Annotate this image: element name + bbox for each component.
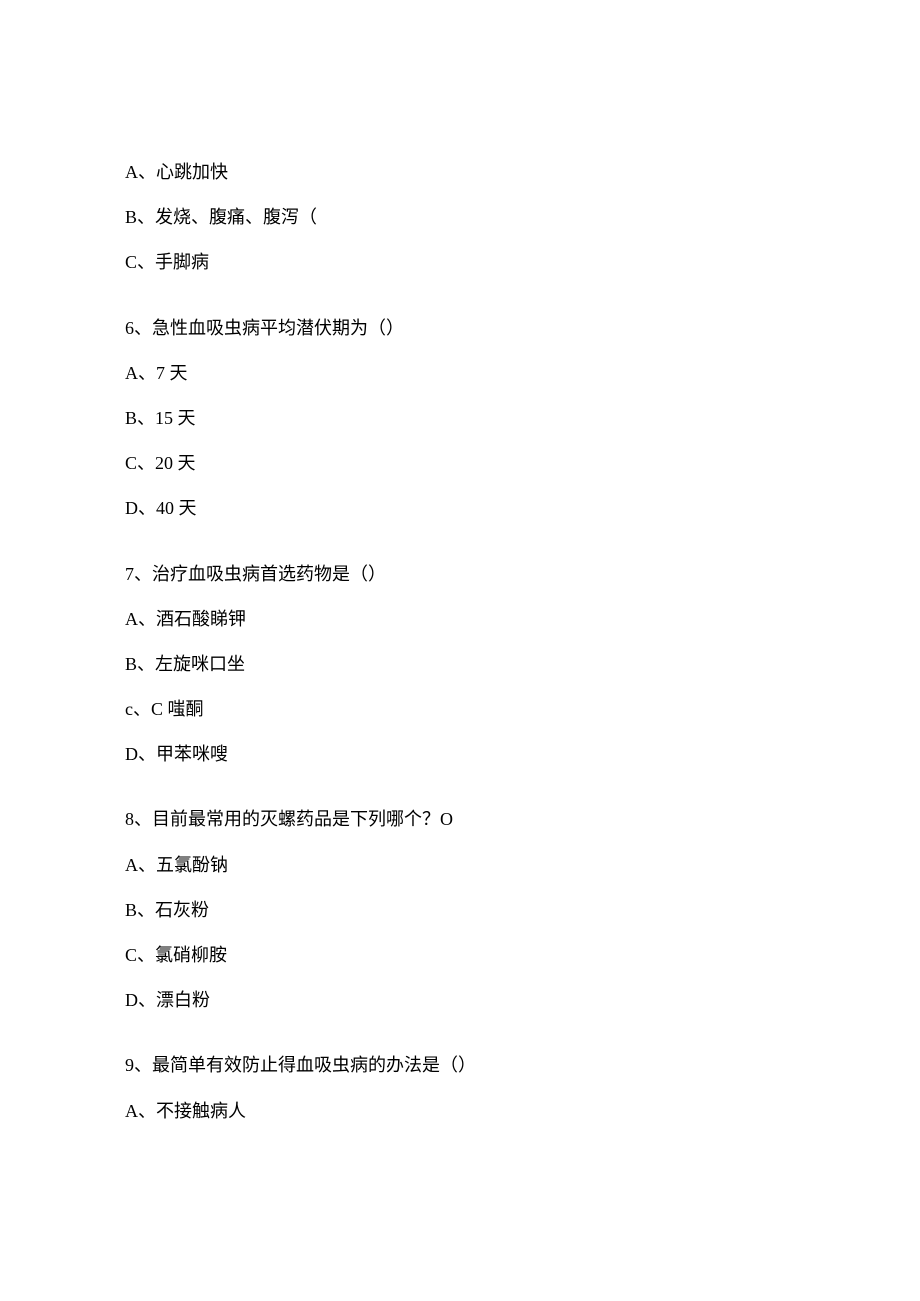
document-content: A、心跳加快 B、发烧、腹痛、腹泻（ C、手脚病 6、急性血吸虫病平均潜伏期为（） A、…: [125, 160, 820, 1124]
text-line: 7、治疗血吸虫病首选药物是（）: [125, 562, 820, 587]
text-line: A、酒石酸睇钾: [125, 607, 820, 632]
text-line: D、漂白粉: [125, 988, 820, 1013]
text-line: B、左旋咪口坐: [125, 652, 820, 677]
text-line: 6、急性血吸虫病平均潜伏期为（）: [125, 316, 820, 341]
text-line: c、C 嗤酮: [125, 697, 820, 722]
text-line: 8、目前最常用的灭螺药品是下列哪个？O: [125, 807, 820, 832]
text-line: B、15 天: [125, 406, 820, 431]
text-line: 9、最简单有效防止得血吸虫病的办法是（）: [125, 1053, 820, 1078]
text-line: D、甲苯咪嗖: [125, 742, 820, 767]
text-line: C、氯硝柳胺: [125, 943, 820, 968]
text-line: B、石灰粉: [125, 898, 820, 923]
text-line: A、7 天: [125, 361, 820, 386]
text-line: D、40 天: [125, 496, 820, 521]
text-line: A、不接触病人: [125, 1099, 820, 1124]
text-line: C、20 天: [125, 451, 820, 476]
text-line: C、手脚病: [125, 250, 820, 275]
text-line: A、心跳加快: [125, 160, 820, 185]
text-line: A、五氯酚钠: [125, 853, 820, 878]
text-line: B、发烧、腹痛、腹泻（: [125, 205, 820, 230]
